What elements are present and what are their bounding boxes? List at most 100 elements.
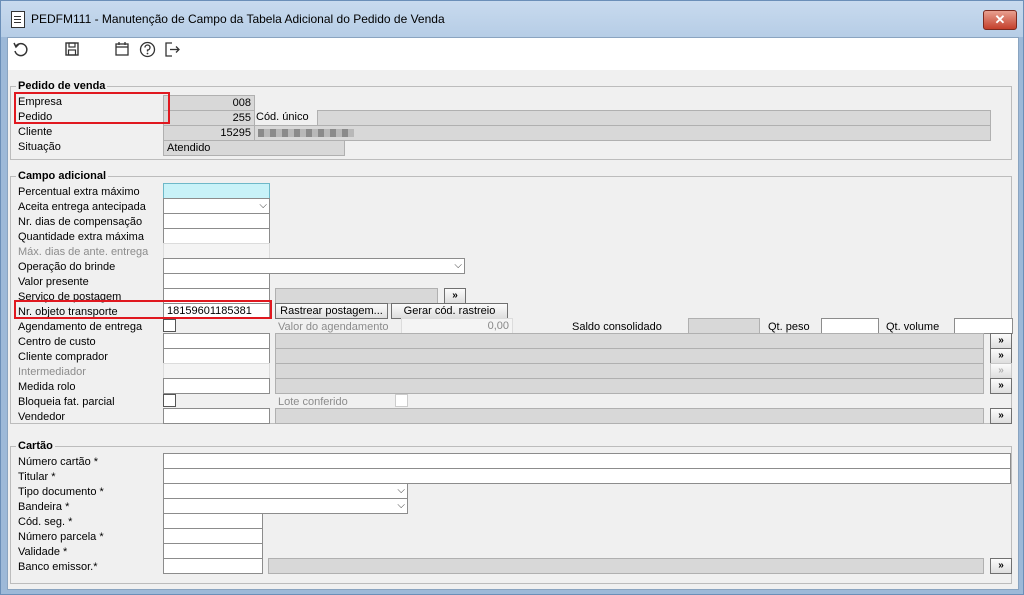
centro-lookup-button[interactable]: » (990, 333, 1012, 349)
intermediador-label: Intermediador (18, 366, 86, 378)
chevron-down-icon: ⌵ (454, 260, 462, 271)
save-icon[interactable] (62, 41, 82, 61)
numero-parcela-label: Número parcela * (18, 531, 104, 543)
valor-agendamento-label: Valor do agendamento (278, 321, 389, 333)
cod-seg-label: Cód. seg. * (18, 516, 73, 528)
cliente-name-field[interactable] (254, 125, 991, 141)
pedido-field[interactable]: 255 (163, 110, 255, 126)
aceita-label: Aceita entrega antecipada (18, 201, 146, 213)
bloqueia-checkbox[interactable] (163, 394, 176, 407)
chevron-down-icon: ⌵ (397, 500, 405, 511)
qt-volume-field[interactable] (954, 318, 1013, 334)
bandeira-select[interactable]: ⌵ (163, 498, 408, 514)
servico-lookup-button[interactable]: » (444, 288, 466, 304)
quantidade-label: Quantidade extra máxima (18, 231, 144, 243)
banco-lookup-button[interactable]: » (990, 558, 1012, 574)
valor-agendamento-field[interactable]: 0,00 (401, 318, 513, 334)
medida-code-field[interactable] (163, 378, 270, 394)
cliente-comprador-label: Cliente comprador (18, 351, 108, 363)
vendedor-desc-field[interactable] (275, 408, 984, 424)
medida-desc-field[interactable] (275, 378, 984, 394)
window-title: PEDFM111 - Manutenção de Campo da Tabela… (31, 12, 445, 26)
nr-dias-field[interactable] (163, 213, 270, 229)
operacao-label: Operação do brinde (18, 261, 116, 273)
vendedor-label: Vendedor (18, 411, 66, 423)
highlight-nr-objeto (14, 300, 272, 319)
cliente-comprador-lookup-button[interactable]: » (990, 348, 1012, 364)
valor-presente-field[interactable] (163, 273, 270, 289)
banco-label: Banco emissor.* (18, 561, 98, 573)
cod-seg-field[interactable] (163, 513, 263, 529)
cod-unico-label: Cód. único (256, 111, 309, 123)
nr-dias-label: Nr. dias de compensação (18, 216, 143, 228)
chevron-down-icon: ⌵ (397, 485, 405, 496)
medida-lookup-button[interactable]: » (990, 378, 1012, 394)
saldo-field[interactable] (688, 318, 760, 334)
highlight-empresa-pedido (14, 92, 170, 124)
max-dias-field[interactable] (163, 243, 270, 259)
group-title-campo: Campo adicional (16, 170, 109, 182)
close-button[interactable]: ✕ (983, 10, 1017, 30)
operacao-select[interactable]: ⌵ (163, 258, 465, 274)
centro-label: Centro de custo (18, 336, 96, 348)
tipo-documento-select[interactable]: ⌵ (163, 483, 408, 499)
saldo-label: Saldo consolidado (572, 321, 662, 333)
situacao-label: Situação (18, 141, 61, 153)
qt-peso-label: Qt. peso (768, 321, 810, 333)
numero-cartao-field[interactable] (163, 453, 1011, 469)
form-area: Pedido de venda Empresa 008 Pedido 255 C… (8, 70, 1018, 589)
calendar-icon[interactable] (112, 41, 132, 61)
lote-checkbox[interactable] (395, 394, 408, 407)
refresh-icon[interactable] (11, 41, 31, 61)
cliente-comprador-desc-field[interactable] (275, 348, 984, 364)
tipo-documento-label: Tipo documento * (18, 486, 104, 498)
intermediador-desc-field[interactable] (275, 363, 984, 379)
centro-code-field[interactable] (163, 333, 270, 349)
bandeira-label: Bandeira * (18, 501, 70, 513)
medida-label: Medida rolo (18, 381, 76, 393)
quantidade-field[interactable] (163, 228, 270, 244)
numero-cartao-label: Número cartão * (18, 456, 99, 468)
validade-field[interactable] (163, 543, 263, 559)
validade-label: Validade * (18, 546, 68, 558)
max-dias-label: Máx. dias de ante. entrega (18, 246, 149, 258)
gerar-cod-rastreio-button[interactable]: Gerar cód. rastreio (391, 303, 508, 319)
qt-volume-label: Qt. volume (886, 321, 940, 333)
vendedor-code-field[interactable] (163, 408, 270, 424)
numero-parcela-field[interactable] (163, 528, 263, 544)
agendamento-checkbox[interactable] (163, 319, 176, 332)
banco-code-field[interactable] (163, 558, 263, 574)
banco-desc-field[interactable] (268, 558, 984, 574)
bloqueia-label: Bloqueia fat. parcial (18, 396, 115, 408)
toolbar (8, 38, 1018, 66)
chevron-down-icon: ⌵ (259, 200, 267, 211)
valor-presente-label: Valor presente (18, 276, 89, 288)
group-title-pedido: Pedido de venda (16, 80, 108, 92)
vendedor-lookup-button[interactable]: » (990, 408, 1012, 424)
cod-unico-field[interactable] (317, 110, 991, 126)
empresa-field[interactable]: 008 (163, 95, 255, 111)
rastrear-postagem-button[interactable]: Rastrear postagem... (275, 303, 388, 319)
agendamento-label: Agendamento de entrega (18, 321, 143, 333)
intermediador-code-field[interactable] (163, 363, 270, 379)
servico-desc-field[interactable] (275, 288, 438, 304)
titular-label: Titular * (18, 471, 56, 483)
exit-icon[interactable] (162, 41, 182, 61)
centro-desc-field[interactable] (275, 333, 984, 349)
qt-peso-field[interactable] (821, 318, 879, 334)
aceita-select[interactable]: ⌵ (163, 198, 270, 214)
intermediador-lookup-button[interactable]: » (990, 363, 1012, 379)
document-icon (11, 11, 25, 28)
cliente-code-field[interactable]: 15295 (163, 125, 255, 141)
percentual-label: Percentual extra máximo (18, 186, 140, 198)
client-area: Pedido de venda Empresa 008 Pedido 255 C… (7, 37, 1019, 590)
percentual-field[interactable] (163, 183, 270, 199)
situacao-field[interactable]: Atendido (163, 140, 345, 156)
title-bar: PEDFM111 - Manutenção de Campo da Tabela… (1, 1, 1023, 37)
app-window: PEDFM111 - Manutenção de Campo da Tabela… (0, 0, 1024, 595)
cliente-comprador-code-field[interactable] (163, 348, 270, 364)
help-icon[interactable] (137, 41, 157, 61)
cliente-label: Cliente (18, 126, 53, 138)
titular-field[interactable] (163, 468, 1011, 484)
lote-label: Lote conferido (278, 396, 348, 408)
